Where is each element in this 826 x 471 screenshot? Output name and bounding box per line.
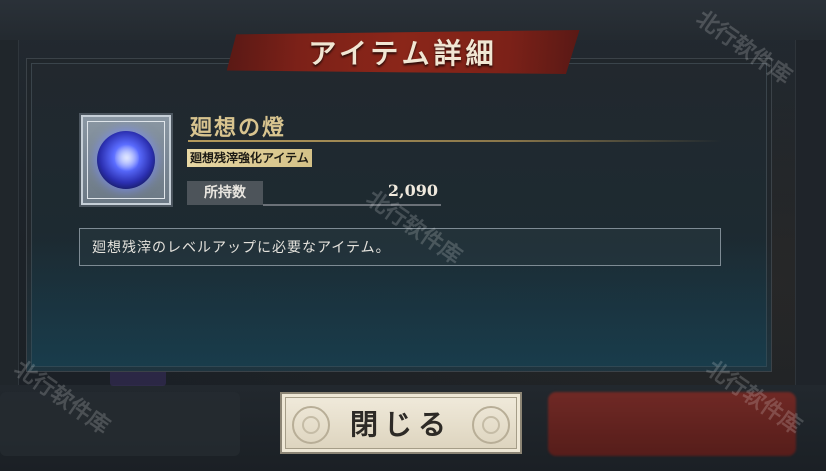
dialog-title: アイテム詳細 (308, 37, 498, 70)
background-right-frame (795, 40, 826, 390)
background-dimmed-red-button (548, 392, 796, 456)
background-left-frame (0, 40, 19, 390)
item-detail-dialog (26, 58, 772, 372)
owned-count-divider (263, 204, 441, 206)
close-button-label: 閉じる (349, 408, 452, 441)
close-button[interactable]: 閉じる (280, 392, 522, 454)
item-name-divider (188, 140, 722, 142)
owned-count-label: 所持数 (187, 181, 263, 205)
background-dimmed-button (0, 392, 240, 456)
item-name: 廻想の燈 (190, 115, 287, 141)
item-icon-frame (81, 115, 171, 205)
button-ornament-right (472, 406, 510, 444)
blue-orb-icon (97, 131, 155, 189)
item-category-badge: 廻想残滓強化アイテム (187, 149, 312, 167)
button-ornament-left (292, 406, 330, 444)
owned-count-value: 2,090 (387, 181, 438, 200)
item-description: 廻想残滓のレベルアップに必要なアイテム。 (79, 228, 721, 266)
